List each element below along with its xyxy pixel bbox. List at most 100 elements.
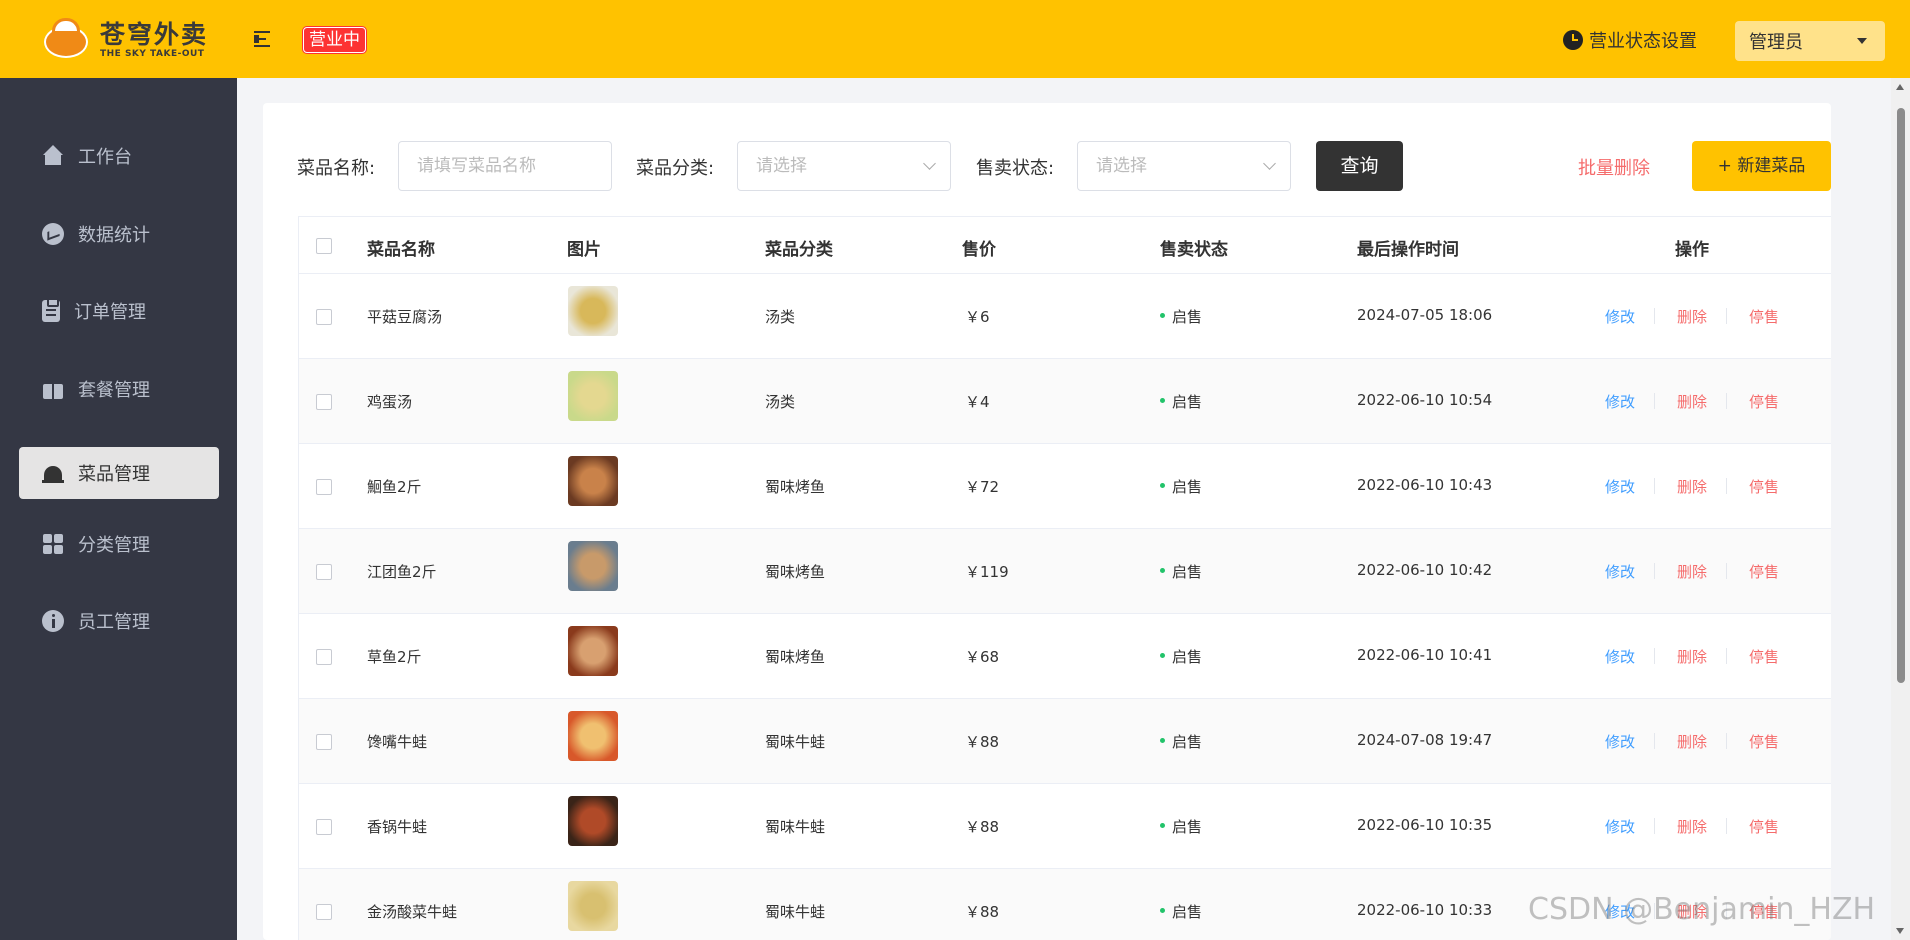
dish-category-select[interactable]: 请选择 (737, 141, 951, 191)
sale-status-text: 启售 (1172, 733, 1203, 751)
sale-status-cell: 启售 (1160, 391, 1202, 412)
row-checkbox[interactable] (316, 394, 332, 410)
column-header: 菜品分类 (765, 240, 833, 260)
query-button[interactable]: 查询 (1316, 141, 1403, 191)
menu-toggle-icon[interactable] (254, 30, 276, 48)
dish-price-cell: ￥119 (965, 563, 1009, 581)
delete-link[interactable]: 删除 (1677, 816, 1707, 837)
user-dropdown[interactable]: 管理员 (1735, 21, 1885, 61)
sidebar-item-employees[interactable]: 员工管理 (19, 595, 219, 647)
sidebar: 工作台 数据统计 订单管理 套餐管理 菜品管理 分类管理 员工管理 (0, 78, 237, 940)
edit-link[interactable]: 修改 (1605, 646, 1635, 667)
stop-sale-link[interactable]: 停售 (1749, 476, 1779, 497)
edit-link[interactable]: 修改 (1605, 816, 1635, 837)
sale-status-text: 启售 (1172, 818, 1203, 836)
scroll-up-arrow-icon[interactable] (1896, 84, 1904, 90)
sale-status-select[interactable]: 请选择 (1077, 141, 1291, 191)
delete-link[interactable]: 删除 (1677, 561, 1707, 582)
business-setting-button[interactable]: 营业状态设置 (1563, 27, 1697, 53)
dish-price-cell: ￥88 (965, 818, 1000, 836)
select-all-checkbox[interactable] (316, 238, 332, 254)
row-checkbox[interactable] (316, 564, 332, 580)
edit-link[interactable]: 修改 (1605, 306, 1635, 327)
delete-link[interactable]: 删除 (1677, 391, 1707, 412)
sale-status-text: 启售 (1172, 903, 1203, 921)
row-checkbox[interactable] (316, 734, 332, 750)
row-checkbox[interactable] (316, 819, 332, 835)
stop-sale-link[interactable]: 停售 (1749, 306, 1779, 327)
stop-sale-link[interactable]: 停售 (1749, 816, 1779, 837)
table-row: 草鱼2斤 蜀味烤鱼 ￥68 启售 2022-06-10 10:41 修改 删除 停售 (299, 614, 1831, 699)
dish-category-cell: 汤类 (765, 308, 796, 326)
sale-status-cell: 启售 (1160, 901, 1202, 922)
sale-status-cell: 启售 (1160, 731, 1202, 752)
stop-sale-link[interactable]: 停售 (1749, 391, 1779, 412)
stop-sale-link[interactable]: 停售 (1749, 646, 1779, 667)
business-setting-label: 营业状态设置 (1589, 31, 1697, 52)
action-divider (1654, 393, 1655, 409)
dish-category-cell: 蜀味牛蛙 (765, 733, 826, 751)
sidebar-item-label: 数据统计 (78, 225, 150, 246)
dish-name-input[interactable]: 请填写菜品名称 (398, 141, 612, 191)
sidebar-item-label: 员工管理 (78, 612, 150, 633)
dish-price-cell: ￥88 (965, 903, 1000, 921)
edit-link[interactable]: 修改 (1605, 476, 1635, 497)
table-row: 鮰鱼2斤 蜀味烤鱼 ￥72 启售 2022-06-10 10:43 修改 删除 停售 (299, 444, 1831, 529)
last-modified-cell: 2022-06-10 10:42 (1357, 561, 1493, 579)
dish-image (568, 541, 618, 591)
sale-status-cell: 启售 (1160, 306, 1202, 327)
edit-link[interactable]: 修改 (1605, 391, 1635, 412)
sidebar-item-combos[interactable]: 套餐管理 (19, 363, 219, 415)
row-checkbox[interactable] (316, 309, 332, 325)
delete-link[interactable]: 删除 (1677, 731, 1707, 752)
stop-sale-link[interactable]: 停售 (1749, 731, 1779, 752)
dish-category-cell: 汤类 (765, 393, 796, 411)
batch-delete-button[interactable]: 批量删除 (1578, 154, 1650, 180)
sidebar-item-dishes[interactable]: 菜品管理 (19, 447, 219, 499)
table-row: 馋嘴牛蛙 蜀味牛蛙 ￥88 启售 2024-07-08 19:47 修改 删除 停售 (299, 699, 1831, 784)
clock-icon (1563, 30, 1583, 50)
edit-link[interactable]: 修改 (1605, 731, 1635, 752)
dish-name-cell: 鮰鱼2斤 (367, 478, 422, 496)
business-status-badge: 营业中 (303, 27, 366, 53)
logo-title: 苍穹外卖 (100, 19, 209, 49)
new-dish-button[interactable]: + 新建菜品 (1692, 141, 1831, 191)
scrollbar-thumb[interactable] (1897, 108, 1905, 683)
edit-link[interactable]: 修改 (1605, 561, 1635, 582)
sidebar-item-dashboard[interactable]: 工作台 (19, 130, 219, 182)
sale-status-text: 启售 (1172, 308, 1203, 326)
order-icon (42, 298, 60, 322)
status-dot-icon (1160, 568, 1165, 573)
row-checkbox[interactable] (316, 904, 332, 920)
user-name: 管理员 (1749, 32, 1803, 53)
dish-price-cell: ￥4 (965, 393, 990, 411)
delete-link[interactable]: 删除 (1677, 306, 1707, 327)
employee-icon (42, 610, 64, 632)
dish-price-cell: ￥68 (965, 648, 1000, 666)
dish-name-cell: 香锅牛蛙 (367, 818, 428, 836)
delete-link[interactable]: 删除 (1677, 476, 1707, 497)
dish-image (568, 711, 618, 761)
stop-sale-link[interactable]: 停售 (1749, 561, 1779, 582)
status-dot-icon (1160, 908, 1165, 913)
dish-icon (42, 462, 64, 484)
scroll-down-arrow-icon[interactable] (1896, 928, 1904, 934)
column-header: 售卖状态 (1160, 240, 1228, 260)
delete-link[interactable]: 删除 (1677, 646, 1707, 667)
sale-status-text: 启售 (1172, 563, 1203, 581)
sidebar-item-categories[interactable]: 分类管理 (19, 518, 219, 570)
sidebar-item-label: 套餐管理 (78, 380, 150, 401)
row-checkbox[interactable] (316, 649, 332, 665)
sale-status-label: 售卖状态: (976, 158, 1055, 179)
page-scrollbar[interactable] (1891, 78, 1910, 940)
sidebar-item-orders[interactable]: 订单管理 (19, 285, 219, 337)
column-header: 操作 (1675, 240, 1709, 260)
dish-name-label: 菜品名称: (297, 158, 376, 179)
row-checkbox[interactable] (316, 479, 332, 495)
dish-image (568, 371, 618, 421)
sidebar-item-statistics[interactable]: 数据统计 (19, 208, 219, 260)
column-header: 售价 (962, 240, 996, 260)
top-header: 苍穹外卖 THE SKY TAKE-OUT 营业中 营业状态设置 管理员 (0, 0, 1910, 78)
status-dot-icon (1160, 483, 1165, 488)
table-row: 平菇豆腐汤 汤类 ￥6 启售 2024-07-05 18:06 修改 删除 停售 (299, 274, 1831, 359)
